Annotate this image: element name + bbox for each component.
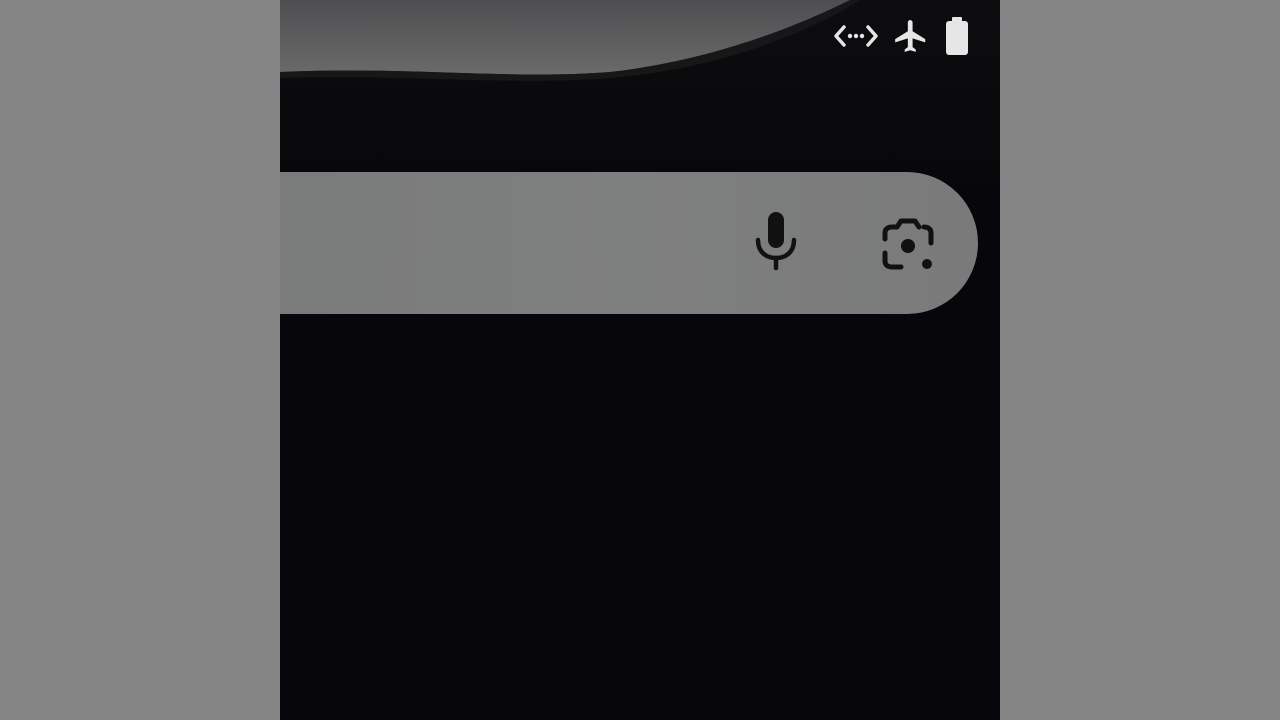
- visual-search-button[interactable]: [868, 206, 948, 286]
- search-bar[interactable]: [280, 172, 978, 314]
- left-backdrop: [0, 0, 280, 720]
- data-saver-icon: [834, 22, 878, 50]
- status-bar: [834, 12, 970, 60]
- voice-search-button[interactable]: [736, 202, 816, 282]
- airplane-mode-icon: [892, 17, 930, 55]
- search-input[interactable]: [280, 172, 720, 314]
- battery-icon: [944, 16, 970, 56]
- right-backdrop: [1000, 0, 1280, 720]
- phone-home-screen: [280, 0, 1000, 720]
- google-lens-icon: [882, 218, 934, 270]
- microphone-icon: [755, 212, 797, 271]
